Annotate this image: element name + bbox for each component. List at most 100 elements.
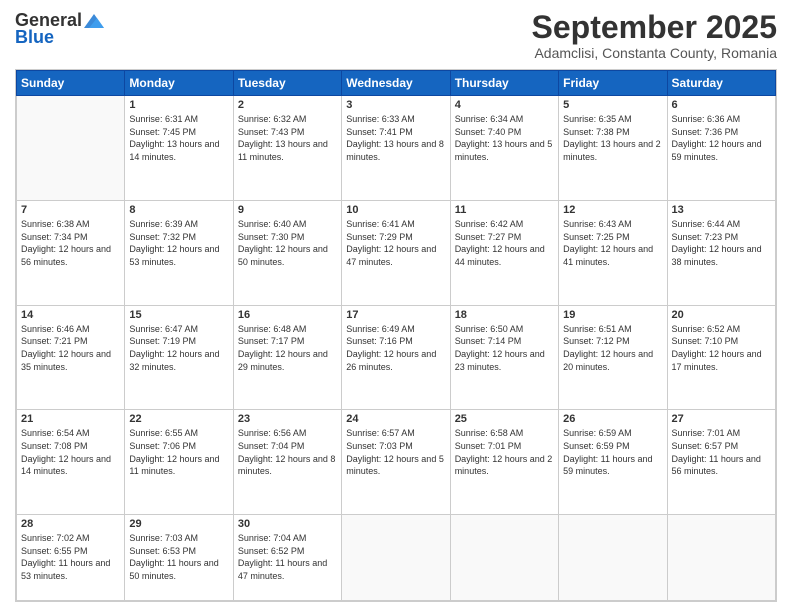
day-number: 13 bbox=[672, 204, 771, 216]
sunset-text: Sunset: 7:41 PM bbox=[346, 126, 445, 139]
day-number: 2 bbox=[238, 99, 337, 111]
day-info: Sunrise: 6:31 AMSunset: 7:45 PMDaylight:… bbox=[129, 113, 228, 163]
day-number: 19 bbox=[563, 309, 662, 321]
daylight-text: Daylight: 12 hours and 26 minutes. bbox=[346, 348, 445, 373]
sunrise-text: Sunrise: 6:41 AM bbox=[346, 218, 445, 231]
sunrise-text: Sunrise: 6:59 AM bbox=[563, 427, 662, 440]
day-cell: 11Sunrise: 6:42 AMSunset: 7:27 PMDayligh… bbox=[450, 200, 558, 305]
day-cell bbox=[667, 515, 775, 601]
day-cell: 15Sunrise: 6:47 AMSunset: 7:19 PMDayligh… bbox=[125, 305, 233, 410]
day-number: 30 bbox=[238, 518, 337, 530]
day-cell: 29 Sunrise: 7:03 AMSunset: 6:53 PMDayligh… bbox=[125, 515, 233, 601]
day-cell bbox=[342, 515, 450, 601]
sunrise-text: Sunrise: 6:38 AM bbox=[21, 218, 120, 231]
day-number: 22 bbox=[129, 413, 228, 425]
day-cell: 25Sunrise: 6:58 AMSunset: 7:01 PMDayligh… bbox=[450, 410, 558, 515]
day-number: 6 bbox=[672, 99, 771, 111]
sunset-text: Sunset: 7:27 PM bbox=[455, 231, 554, 244]
daylight-text: Daylight: 11 hours and 47 minutes. bbox=[238, 557, 337, 582]
header-thursday: Thursday bbox=[450, 71, 558, 96]
sunrise-text: Sunrise: 6:39 AM bbox=[129, 218, 228, 231]
day-cell: 22 Sunrise: 6:55 AMSunset: 7:06 PMDayligh… bbox=[125, 410, 233, 515]
daylight-text: Daylight: 13 hours and 14 minutes. bbox=[129, 138, 228, 163]
sunset-text: Sunset: 7:19 PM bbox=[129, 335, 228, 348]
sunrise-text: Sunrise: 6:56 AM bbox=[238, 427, 337, 440]
sunrise-text: Sunrise: 6:52 AM bbox=[672, 323, 771, 336]
daylight-text: Daylight: 11 hours and 53 minutes. bbox=[21, 557, 120, 582]
week-row-1: 1Sunrise: 6:31 AMSunset: 7:45 PMDaylight… bbox=[17, 96, 776, 201]
sunrise-text: Sunrise: 6:43 AM bbox=[563, 218, 662, 231]
sunrise-text: Sunrise: 6:40 AM bbox=[238, 218, 337, 231]
day-info: Sunrise: 6:41 AMSunset: 7:29 PMDaylight:… bbox=[346, 218, 445, 268]
day-number: 12 bbox=[563, 204, 662, 216]
day-cell: 30Sunrise: 7:04 AMSunset: 6:52 PMDayligh… bbox=[233, 515, 341, 601]
sunrise-text: Sunrise: 6:50 AM bbox=[455, 323, 554, 336]
day-cell: 16Sunrise: 6:48 AMSunset: 7:17 PMDayligh… bbox=[233, 305, 341, 410]
day-number: 23 bbox=[238, 413, 337, 425]
sunset-text: Sunset: 6:55 PM bbox=[21, 545, 120, 558]
day-number: 20 bbox=[672, 309, 771, 321]
sunrise-text: Sunrise: 6:32 AM bbox=[238, 113, 337, 126]
day-info: Sunrise: 7:01 AMSunset: 6:57 PMDaylight:… bbox=[672, 427, 771, 477]
sunset-text: Sunset: 7:12 PM bbox=[563, 335, 662, 348]
day-cell: 27Sunrise: 7:01 AMSunset: 6:57 PMDayligh… bbox=[667, 410, 775, 515]
sunrise-text: Sunrise: 7:04 AM bbox=[238, 532, 337, 545]
week-row-5: 28Sunrise: 7:02 AMSunset: 6:55 PMDayligh… bbox=[17, 515, 776, 601]
sunrise-text: Sunrise: 6:49 AM bbox=[346, 323, 445, 336]
day-number: 9 bbox=[238, 204, 337, 216]
day-info: Sunrise: 6:55 AMSunset: 7:06 PMDaylight:… bbox=[129, 427, 228, 477]
sunset-text: Sunset: 7:30 PM bbox=[238, 231, 337, 244]
daylight-text: Daylight: 12 hours and 2 minutes. bbox=[455, 453, 554, 478]
sunset-text: Sunset: 7:08 PM bbox=[21, 440, 120, 453]
daylight-text: Daylight: 12 hours and 14 minutes. bbox=[21, 453, 120, 478]
day-cell: 7Sunrise: 6:38 AMSunset: 7:34 PMDaylight… bbox=[17, 200, 125, 305]
day-info: Sunrise: 6:39 AMSunset: 7:32 PMDaylight:… bbox=[129, 218, 228, 268]
day-number: 26 bbox=[563, 413, 662, 425]
sunrise-text: Sunrise: 7:01 AM bbox=[672, 427, 771, 440]
page: General Blue September 2025 Adamclisi, C… bbox=[0, 0, 792, 612]
title-block: September 2025 Adamclisi, Constanta Coun… bbox=[532, 10, 777, 61]
day-number: 15 bbox=[129, 309, 228, 321]
daylight-text: Daylight: 13 hours and 5 minutes. bbox=[455, 138, 554, 163]
sunset-text: Sunset: 7:01 PM bbox=[455, 440, 554, 453]
sunrise-text: Sunrise: 6:58 AM bbox=[455, 427, 554, 440]
logo: General Blue bbox=[15, 10, 104, 48]
daylight-text: Daylight: 13 hours and 11 minutes. bbox=[238, 138, 337, 163]
sunrise-text: Sunrise: 6:31 AM bbox=[129, 113, 228, 126]
day-cell: 19Sunrise: 6:51 AMSunset: 7:12 PMDayligh… bbox=[559, 305, 667, 410]
calendar: Sunday Monday Tuesday Wednesday Thursday… bbox=[15, 69, 777, 602]
daylight-text: Daylight: 12 hours and 29 minutes. bbox=[238, 348, 337, 373]
week-row-2: 7Sunrise: 6:38 AMSunset: 7:34 PMDaylight… bbox=[17, 200, 776, 305]
daylight-text: Daylight: 12 hours and 56 minutes. bbox=[21, 243, 120, 268]
day-cell: 2 Sunrise: 6:32 AMSunset: 7:43 PMDaylight… bbox=[233, 96, 341, 201]
day-info: Sunrise: 6:59 AMSunset: 6:59 PMDaylight:… bbox=[563, 427, 662, 477]
daylight-text: Daylight: 11 hours and 50 minutes. bbox=[129, 557, 228, 582]
sunrise-text: Sunrise: 6:55 AM bbox=[129, 427, 228, 440]
sunrise-text: Sunrise: 6:42 AM bbox=[455, 218, 554, 231]
header-tuesday: Tuesday bbox=[233, 71, 341, 96]
sunset-text: Sunset: 7:03 PM bbox=[346, 440, 445, 453]
day-info: Sunrise: 6:52 AMSunset: 7:10 PMDaylight:… bbox=[672, 323, 771, 373]
day-cell: 26 Sunrise: 6:59 AMSunset: 6:59 PMDayligh… bbox=[559, 410, 667, 515]
day-number: 14 bbox=[21, 309, 120, 321]
daylight-text: Daylight: 12 hours and 44 minutes. bbox=[455, 243, 554, 268]
day-cell: 12Sunrise: 6:43 AMSunset: 7:25 PMDayligh… bbox=[559, 200, 667, 305]
sunset-text: Sunset: 7:36 PM bbox=[672, 126, 771, 139]
daylight-text: Daylight: 12 hours and 32 minutes. bbox=[129, 348, 228, 373]
day-info: Sunrise: 6:32 AMSunset: 7:43 PMDaylight:… bbox=[238, 113, 337, 163]
sunset-text: Sunset: 7:29 PM bbox=[346, 231, 445, 244]
day-number: 29 bbox=[129, 518, 228, 530]
day-cell: 14Sunrise: 6:46 AMSunset: 7:21 PMDayligh… bbox=[17, 305, 125, 410]
daylight-text: Daylight: 12 hours and 8 minutes. bbox=[238, 453, 337, 478]
sunrise-text: Sunrise: 6:36 AM bbox=[672, 113, 771, 126]
day-info: Sunrise: 7:03 AMSunset: 6:53 PMDaylight:… bbox=[129, 532, 228, 582]
week-row-4: 21Sunrise: 6:54 AMSunset: 7:08 PMDayligh… bbox=[17, 410, 776, 515]
day-info: Sunrise: 6:34 AMSunset: 7:40 PMDaylight:… bbox=[455, 113, 554, 163]
daylight-text: Daylight: 12 hours and 53 minutes. bbox=[129, 243, 228, 268]
day-cell: 9Sunrise: 6:40 AMSunset: 7:30 PMDaylight… bbox=[233, 200, 341, 305]
calendar-table: Sunday Monday Tuesday Wednesday Thursday… bbox=[16, 70, 776, 601]
day-cell: 6Sunrise: 6:36 AMSunset: 7:36 PMDaylight… bbox=[667, 96, 775, 201]
sunrise-text: Sunrise: 6:54 AM bbox=[21, 427, 120, 440]
sunset-text: Sunset: 7:10 PM bbox=[672, 335, 771, 348]
sunrise-text: Sunrise: 7:03 AM bbox=[129, 532, 228, 545]
